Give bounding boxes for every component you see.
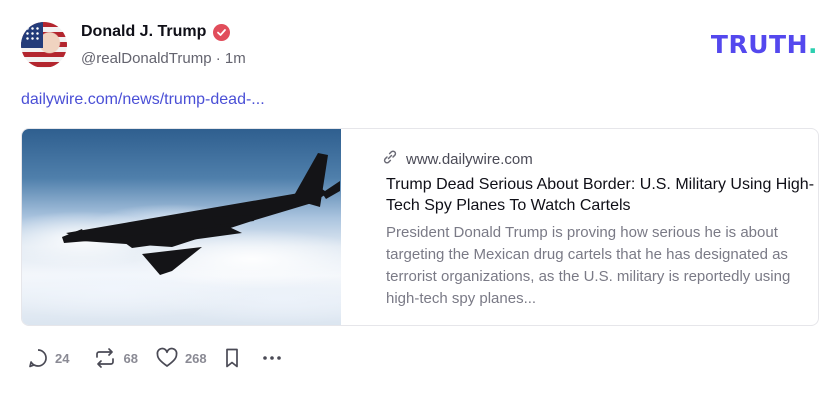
retruth-count: 68 [123,350,138,366]
avatar-flag-canton [21,22,43,48]
meta-separator: · [215,50,221,67]
truth-logo[interactable]: TRUTH. [711,30,818,59]
author-meta: @realDonaldTrump · 1m [81,50,246,67]
card-domain-row: www.dailywire.com [382,149,533,169]
logo-text: TRUTH [710,30,808,59]
author-display-name[interactable]: Donald J. Trump [81,23,206,41]
post-time[interactable]: 1m [225,50,246,67]
bookmark-icon [223,347,241,369]
reply-icon [27,347,49,369]
author-name-row: Donald J. Trump [81,23,231,41]
post-link[interactable]: dailywire.com/news/trump-dead-... [21,91,265,109]
like-count: 268 [184,350,207,366]
card-description: President Donald Trump is proving how se… [386,224,791,307]
avatar[interactable] [21,22,67,68]
retruth-button[interactable]: 68 [93,347,138,369]
bookmark-button[interactable] [223,347,241,369]
author-handle[interactable]: @realDonaldTrump [81,50,212,67]
like-icon [155,347,179,369]
link-icon [382,149,398,169]
card-title[interactable]: Trump Dead Serious About Border: U.S. Mi… [386,174,818,216]
retruth-icon [93,347,117,369]
like-button[interactable]: 268 [155,347,207,369]
spy-plane-image [62,153,340,275]
link-preview-card[interactable]: www.dailywire.com Trump Dead Serious Abo… [21,128,819,326]
reply-count: 24 [55,350,70,366]
verified-icon [213,23,231,41]
post-actions: 24 68 268 [27,347,283,369]
card-domain: www.dailywire.com [406,150,533,168]
card-image [22,129,341,325]
card-body: www.dailywire.com Trump Dead Serious Abo… [364,129,818,325]
more-icon [261,347,283,369]
reply-button[interactable]: 24 [27,347,69,369]
logo-dot: . [808,30,818,59]
more-button[interactable] [261,347,283,369]
